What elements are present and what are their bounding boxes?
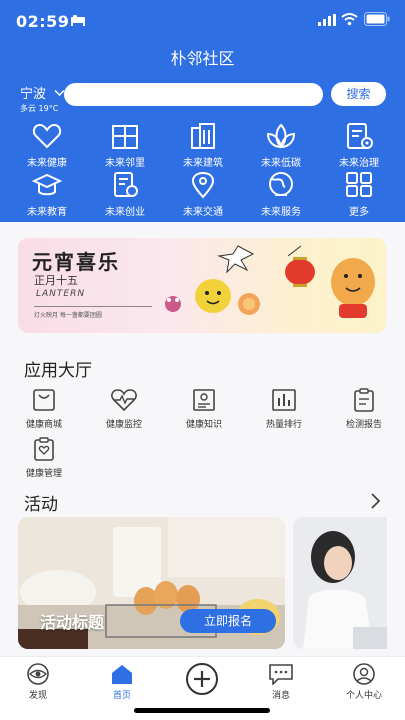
health-management-icon [34, 437, 54, 461]
grid-icon [346, 172, 372, 197]
bar-chart-icon [272, 389, 296, 411]
service-label: 未来治理 [339, 158, 379, 169]
plus-circle-icon [186, 663, 218, 695]
service-future-startup[interactable]: 未来创业 [86, 171, 164, 218]
building-icon [112, 125, 138, 149]
tab-discover[interactable]: 发现 [8, 663, 68, 701]
tab-label: 个人中心 [345, 691, 382, 701]
battery-icon [364, 12, 390, 26]
service-label: 未来交通 [183, 207, 223, 218]
service-label: 未来创业 [105, 207, 145, 218]
activity-card-title: 活动标题 [40, 613, 105, 632]
heart-icon [32, 123, 62, 149]
app-label: 健康知识 [185, 420, 222, 430]
service-future-neighborhood[interactable]: 未来邻里 [86, 122, 164, 169]
sleep-icon [71, 15, 85, 26]
service-future-transport[interactable]: 未来交通 [164, 171, 242, 218]
shopping-bag-icon [33, 389, 55, 411]
graduation-cap-icon [32, 173, 62, 196]
app-test-report[interactable]: 检测报告 [335, 388, 393, 430]
home-icon [112, 665, 132, 684]
service-label: 未来邻里 [105, 158, 145, 169]
tab-create[interactable] [172, 662, 232, 699]
tab-label: 发现 [28, 691, 47, 701]
knowledge-icon [193, 389, 215, 411]
chevron-right-icon[interactable] [368, 492, 382, 510]
service-label: 更多 [349, 207, 369, 218]
activities-title: 活动 [24, 495, 58, 515]
home-indicator [134, 708, 270, 713]
location-selector[interactable]: 宁波 多云 19°C [20, 83, 65, 114]
tab-home[interactable]: 首页 [92, 663, 152, 701]
banner-title: 元宵喜乐 [32, 250, 120, 274]
signup-button[interactable]: 立即报名 [180, 609, 276, 633]
app-label: 健康监控 [105, 420, 142, 430]
city-label: 宁波 [20, 87, 47, 102]
banner-small-text: 灯火映月 每一盏都要团圆 [34, 312, 102, 319]
app-health-management[interactable]: 健康管理 [15, 437, 73, 479]
app-label: 热量排行 [265, 420, 302, 430]
banner-english: LANTERN [36, 289, 86, 299]
service-more[interactable]: 更多 [320, 171, 398, 218]
banner-divider [34, 306, 152, 307]
service-future-lowcarbon[interactable]: 未来低碳 [242, 122, 320, 169]
service-future-health[interactable]: 未来健康 [8, 122, 86, 169]
app-health-mall[interactable]: 健康商城 [15, 388, 73, 430]
weather-label: 多云 19°C [20, 104, 59, 113]
user-icon [353, 663, 375, 685]
status-time: 02:59 [16, 12, 70, 31]
wifi-icon [341, 13, 358, 26]
service-future-governance[interactable]: 未来治理 [320, 122, 398, 169]
architecture-icon [191, 123, 215, 149]
report-icon [354, 388, 374, 412]
message-icon [269, 664, 293, 685]
globe-icon [269, 172, 293, 196]
service-future-architecture[interactable]: 未来建筑 [164, 122, 242, 169]
app-health-knowledge[interactable]: 健康知识 [175, 388, 233, 430]
service-future-services[interactable]: 未来服务 [242, 171, 320, 218]
eye-icon [27, 663, 49, 685]
startup-doc-icon [114, 172, 138, 197]
tab-messages[interactable]: 消息 [251, 663, 311, 701]
governance-icon [347, 123, 373, 149]
activity-doctor-image [293, 517, 387, 649]
app-label: 健康管理 [25, 469, 62, 479]
app-health-monitor[interactable]: 健康监控 [95, 388, 153, 430]
tab-label: 首页 [112, 691, 131, 701]
promo-banner[interactable]: 元宵喜乐 正月十五 LANTERN 灯火映月 每一盏都要团圆 [18, 238, 386, 333]
app-hall-title: 应用大厅 [24, 361, 92, 381]
cellular-signal-icon [318, 14, 336, 26]
activity-card-secondary[interactable] [293, 517, 387, 649]
app-calorie-ranking[interactable]: 热量排行 [255, 388, 313, 430]
service-future-education[interactable]: 未来教育 [8, 171, 86, 218]
status-bar: 02:59 [0, 0, 405, 42]
banner-subtitle: 正月十五 [34, 274, 78, 287]
app-label: 健康商城 [25, 420, 62, 430]
service-label: 未来健康 [27, 158, 67, 169]
page-title: 朴邻社区 [170, 49, 235, 68]
app-label: 检测报告 [345, 420, 382, 430]
service-label: 未来低碳 [261, 158, 301, 169]
service-label: 未来教育 [27, 207, 67, 218]
search-button[interactable]: 搜索 [331, 82, 386, 106]
search-input[interactable] [64, 83, 323, 106]
tab-profile[interactable]: 个人中心 [334, 663, 394, 701]
tab-label: 消息 [271, 691, 290, 701]
lantern-festival-illustration [165, 245, 375, 318]
activity-card[interactable]: 活动标题 立即报名 [18, 517, 285, 649]
service-label: 未来服务 [261, 207, 301, 218]
leaf-icon [266, 123, 296, 149]
heart-monitor-icon [111, 389, 137, 412]
location-pin-icon [191, 171, 215, 199]
service-label: 未来建筑 [183, 158, 223, 169]
